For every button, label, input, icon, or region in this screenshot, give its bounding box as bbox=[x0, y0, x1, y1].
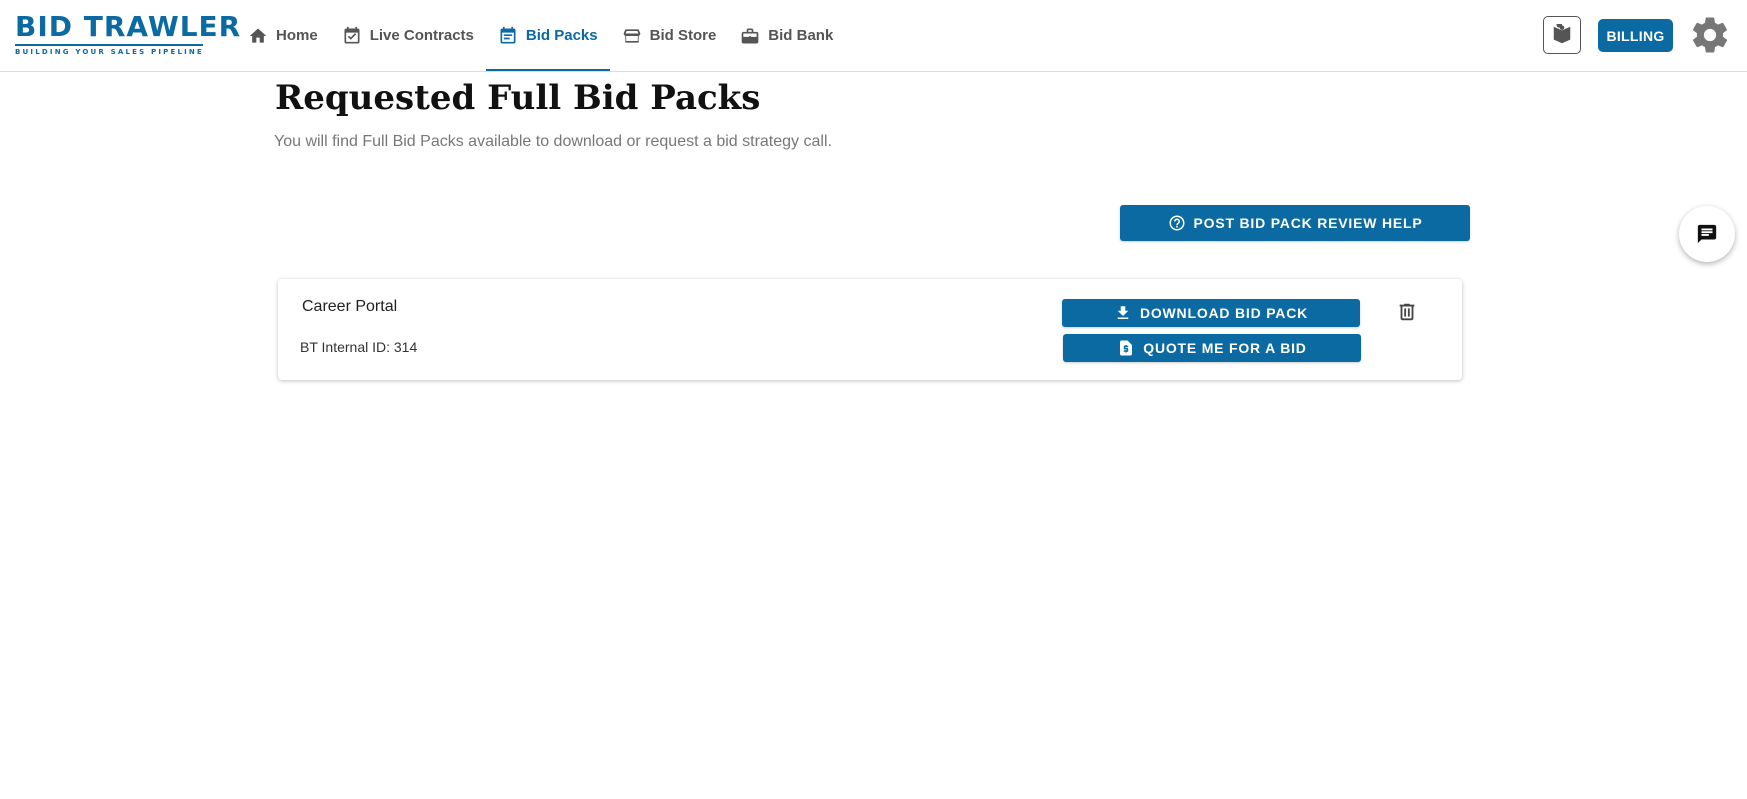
help-circle-icon bbox=[1169, 215, 1184, 231]
nav-item-live-contracts[interactable]: Live Contracts bbox=[330, 0, 486, 71]
nav-item-home[interactable]: Home bbox=[236, 0, 330, 71]
bid-trawler-logo[interactable]: BID TRAWLER BUILDING YOUR SALES PIPELINE bbox=[15, 10, 242, 58]
nav-item-bid-packs[interactable]: Bid Packs bbox=[485, 0, 610, 71]
logo-divider bbox=[15, 44, 203, 46]
bid-pack-name: Career Portal bbox=[302, 298, 398, 315]
help-button-label: POST BID PACK REVIEW HELP bbox=[1193, 215, 1423, 231]
settings-button[interactable] bbox=[1689, 14, 1731, 56]
page-subtitle: You will find Full Bid Packs available t… bbox=[274, 133, 832, 150]
delete-bid-pack-button[interactable] bbox=[1396, 300, 1418, 324]
tutorial-button[interactable] bbox=[1543, 16, 1581, 54]
logo-tagline: BUILDING YOUR SALES PIPELINE bbox=[15, 48, 204, 56]
dollar-document-icon bbox=[1120, 340, 1133, 356]
logo-title: BID TRAWLER bbox=[15, 10, 242, 43]
quote-button-label: QUOTE ME FOR A BID bbox=[1143, 340, 1307, 356]
nav-item-bid-store[interactable]: Bid Store bbox=[610, 0, 729, 71]
chat-icon bbox=[1697, 224, 1717, 244]
briefcase-icon bbox=[741, 28, 759, 43]
download-bid-pack-button[interactable]: DOWNLOAD BID PACK bbox=[1062, 299, 1360, 327]
nav-item-label: Bid Packs bbox=[525, 27, 598, 44]
home-icon bbox=[249, 28, 267, 43]
bid-pack-card: Career Portal BT Internal ID: 314 DOWNLO… bbox=[278, 279, 1462, 380]
calendar-check-icon bbox=[344, 26, 360, 43]
trash-icon bbox=[1399, 303, 1415, 321]
book-icon bbox=[1553, 24, 1571, 44]
nav-item-label: Live Contracts bbox=[369, 27, 474, 44]
main-nav: Home Live Contracts Bid Packs Bid Store … bbox=[236, 0, 845, 71]
nav-item-bid-bank[interactable]: Bid Bank bbox=[728, 0, 845, 71]
gear-icon bbox=[1692, 17, 1728, 53]
post-bid-pack-review-help-button[interactable]: POST BID PACK REVIEW HELP bbox=[1120, 205, 1470, 241]
billing-button[interactable]: BILLING bbox=[1598, 19, 1673, 52]
download-button-label: DOWNLOAD BID PACK bbox=[1139, 305, 1309, 321]
quote-me-for-a-bid-button[interactable]: QUOTE ME FOR A BID bbox=[1063, 334, 1361, 362]
top-app-bar: BID TRAWLER BUILDING YOUR SALES PIPELINE… bbox=[0, 0, 1747, 72]
nav-item-label: Bid Bank bbox=[768, 27, 834, 44]
chat-button[interactable] bbox=[1679, 206, 1735, 262]
calendar-list-icon bbox=[500, 26, 516, 43]
page-title: Requested Full Bid Packs bbox=[275, 78, 761, 118]
download-icon bbox=[1117, 306, 1129, 319]
store-icon bbox=[623, 28, 640, 43]
nav-item-label: Bid Store bbox=[649, 27, 717, 44]
nav-item-label: Home bbox=[276, 27, 318, 44]
bid-pack-internal-id: BT Internal ID: 314 bbox=[300, 339, 418, 355]
